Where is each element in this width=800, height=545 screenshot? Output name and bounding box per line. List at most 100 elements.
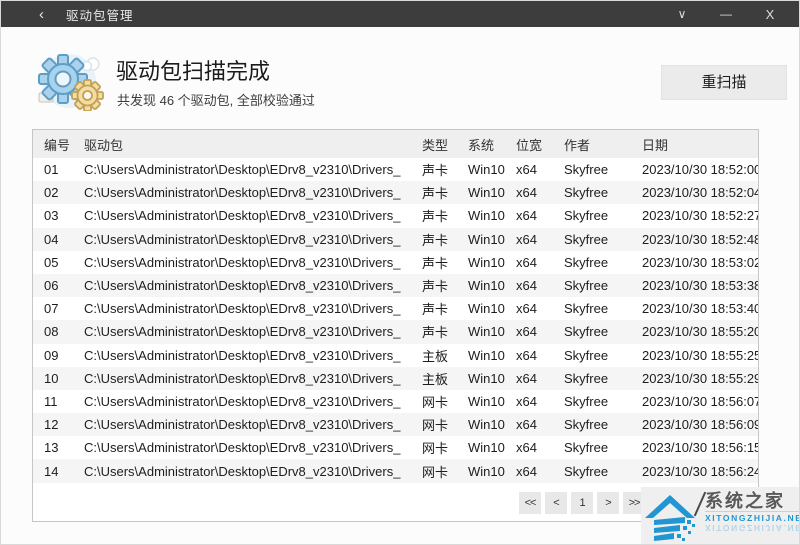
cell-arch: x64 xyxy=(516,208,537,224)
cell-os: Win10 xyxy=(468,393,505,409)
cell-author: Skyfree xyxy=(564,393,609,409)
table-row[interactable]: 03 C:\Users\Administrator\Desktop\EDrv8_v… xyxy=(33,204,758,228)
dropdown-icon[interactable]: ∨ xyxy=(667,1,697,27)
cell-date: 2023/10/30 18:52:00 xyxy=(642,162,758,178)
minimize-icon[interactable]: — xyxy=(711,1,741,27)
cell-path: C:\Users\Administrator\Desktop\EDrv8_v23… xyxy=(84,301,401,317)
cell-no: 06 xyxy=(44,278,59,294)
pagination-first-button[interactable]: << xyxy=(519,491,541,514)
table-row[interactable]: 10 C:\Users\Administrator\Desktop\EDrv8_v… xyxy=(33,366,758,390)
cell-date: 2023/10/30 18:56:09 xyxy=(642,417,758,433)
table-row[interactable]: 13 C:\Users\Administrator\Desktop\EDrv8_v… xyxy=(33,436,758,460)
back-icon[interactable]: ‹ xyxy=(39,7,44,22)
cell-author: Skyfree xyxy=(564,301,609,317)
cell-author: Skyfree xyxy=(564,278,609,294)
cell-os: Win10 xyxy=(468,231,505,247)
column-header-arch: 位宽 xyxy=(516,137,543,153)
table-row[interactable]: 11 C:\Users\Administrator\Desktop\EDrv8_v… xyxy=(33,389,758,414)
cell-path: C:\Users\Administrator\Desktop\EDrv8_v23… xyxy=(84,278,401,294)
app-window: ‹ 驱动包管理 ∨ — X 驱动包扫描完成 共发现 46 个驱动包, 全部校验通… xyxy=(0,0,800,545)
table-row[interactable]: 12 C:\Users\Administrator\Desktop\EDrv8_v… xyxy=(33,413,758,437)
cell-os: Win10 xyxy=(468,254,505,270)
cell-path: C:\Users\Administrator\Desktop\EDrv8_v23… xyxy=(84,347,401,363)
cell-arch: x64 xyxy=(516,347,537,363)
table-row[interactable]: 04 C:\Users\Administrator\Desktop\EDrv8_v… xyxy=(33,227,758,251)
column-header-no: 编号 xyxy=(44,137,71,153)
cell-arch: x64 xyxy=(516,440,537,456)
driver-table: 编号 驱动包 类型 系统 位宽 作者 日期 01 C:\Users\Adminis… xyxy=(32,129,759,522)
column-header-path: 驱动包 xyxy=(84,137,124,153)
cell-no: 04 xyxy=(44,231,59,247)
cell-no: 09 xyxy=(44,347,59,363)
scan-result-header: 驱动包扫描完成 共发现 46 个驱动包, 全部校验通过 重扫描 xyxy=(1,27,799,127)
table-row[interactable]: 01 C:\Users\Administrator\Desktop\EDrv8_v… xyxy=(33,158,758,182)
cell-os: Win10 xyxy=(468,417,505,433)
cell-path: C:\Users\Administrator\Desktop\EDrv8_v23… xyxy=(84,324,401,340)
cell-date: 2023/10/30 18:55:25 xyxy=(642,347,758,363)
watermark-site-name: 系统之家 xyxy=(705,491,785,511)
table-row[interactable]: 14 C:\Users\Administrator\Desktop\EDrv8_v… xyxy=(33,459,758,483)
cell-arch: x64 xyxy=(516,301,537,317)
table-row[interactable]: 06 C:\Users\Administrator\Desktop\EDrv8_v… xyxy=(33,273,758,298)
cell-author: Skyfree xyxy=(564,440,609,456)
window-controls: ∨ — X xyxy=(667,1,799,27)
cell-path: C:\Users\Administrator\Desktop\EDrv8_v23… xyxy=(84,162,401,178)
table-header-row: 编号 驱动包 类型 系统 位宽 作者 日期 xyxy=(33,130,758,158)
cell-type: 声卡 xyxy=(422,209,449,225)
cell-date: 2023/10/30 18:55:29 xyxy=(642,370,758,386)
titlebar: ‹ 驱动包管理 ∨ — X xyxy=(1,1,799,27)
cell-path: C:\Users\Administrator\Desktop\EDrv8_v23… xyxy=(84,440,401,456)
pagination-next-button[interactable]: > xyxy=(597,491,619,514)
rescan-button[interactable]: 重扫描 xyxy=(661,65,787,100)
cell-type: 声卡 xyxy=(422,232,449,248)
cell-arch: x64 xyxy=(516,278,537,294)
cell-date: 2023/10/30 18:52:27 xyxy=(642,208,758,224)
cell-path: C:\Users\Administrator\Desktop\EDrv8_v23… xyxy=(84,231,401,247)
cell-author: Skyfree xyxy=(564,254,609,270)
cell-os: Win10 xyxy=(468,162,505,178)
cell-type: 网卡 xyxy=(422,418,449,434)
scan-summary: 共发现 46 个驱动包, 全部校验通过 xyxy=(117,93,315,108)
column-header-author: 作者 xyxy=(564,137,591,153)
watermark-text: 系统之家 XITONGZHIJIA.NET XITONGZHIJIA.NET xyxy=(705,487,799,533)
pagination-prev-button[interactable]: < xyxy=(545,491,567,514)
cell-no: 02 xyxy=(44,185,59,201)
cell-os: Win10 xyxy=(468,208,505,224)
cell-arch: x64 xyxy=(516,162,537,178)
cell-no: 08 xyxy=(44,324,59,340)
cell-no: 03 xyxy=(44,208,59,224)
pagination-page-button[interactable]: 1 xyxy=(571,491,593,514)
table-row[interactable]: 09 C:\Users\Administrator\Desktop\EDrv8_v… xyxy=(33,343,758,367)
cell-type: 网卡 xyxy=(422,394,449,410)
cell-os: Win10 xyxy=(468,440,505,456)
table-row[interactable]: 05 C:\Users\Administrator\Desktop\EDrv8_v… xyxy=(33,250,758,274)
close-icon[interactable]: X xyxy=(755,1,785,27)
cell-date: 2023/10/30 18:52:04 xyxy=(642,185,758,201)
cell-type: 声卡 xyxy=(422,186,449,202)
cell-type: 声卡 xyxy=(422,325,449,341)
cell-arch: x64 xyxy=(516,324,537,340)
table-row[interactable]: 02 C:\Users\Administrator\Desktop\EDrv8_v… xyxy=(33,181,758,205)
cell-path: C:\Users\Administrator\Desktop\EDrv8_v23… xyxy=(84,417,401,433)
cell-path: C:\Users\Administrator\Desktop\EDrv8_v23… xyxy=(84,254,401,270)
cell-no: 01 xyxy=(44,162,59,178)
cell-os: Win10 xyxy=(468,185,505,201)
cell-type: 网卡 xyxy=(422,441,449,457)
cell-author: Skyfree xyxy=(564,185,609,201)
cell-no: 05 xyxy=(44,254,59,270)
table-row[interactable]: 08 C:\Users\Administrator\Desktop\EDrv8_v… xyxy=(33,320,758,344)
cell-os: Win10 xyxy=(468,324,505,340)
cell-date: 2023/10/30 18:52:48 xyxy=(642,231,758,247)
cell-os: Win10 xyxy=(468,463,505,479)
cell-date: 2023/10/30 18:53:40 xyxy=(642,301,758,317)
column-header-date: 日期 xyxy=(642,137,669,153)
cell-path: C:\Users\Administrator\Desktop\EDrv8_v23… xyxy=(84,208,401,224)
table-row[interactable]: 07 C:\Users\Administrator\Desktop\EDrv8_v… xyxy=(33,297,758,321)
cell-type: 主板 xyxy=(422,371,449,387)
column-header-type: 类型 xyxy=(422,137,449,153)
cell-type: 网卡 xyxy=(422,464,449,480)
cell-date: 2023/10/30 18:56:24 xyxy=(642,463,758,479)
cell-arch: x64 xyxy=(516,370,537,386)
cell-no: 13 xyxy=(44,440,59,456)
cell-no: 11 xyxy=(44,393,58,409)
